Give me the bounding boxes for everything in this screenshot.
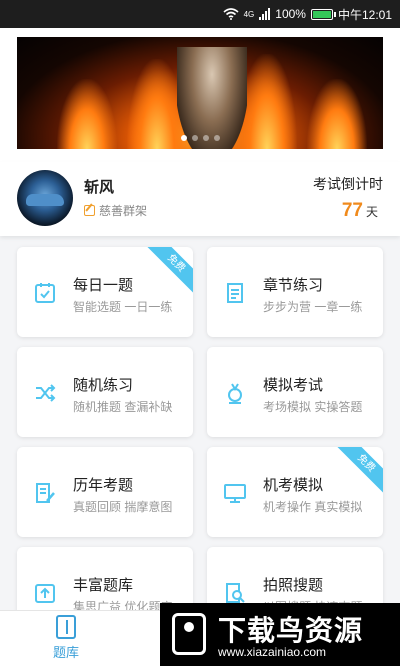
card-past-exams[interactable]: 历年考题 真题回顾 揣摩意图 — [17, 447, 193, 537]
card-title: 随机练习 — [73, 377, 134, 394]
banner-dot[interactable] — [213, 135, 220, 141]
network-type: 4G — [243, 9, 255, 19]
card-subtitle: 真题回顾 揣摩意图 — [73, 500, 173, 514]
countdown-value: 77 — [341, 200, 363, 221]
card-subtitle: 智能选题 一日一练 — [73, 300, 173, 314]
card-chapter-practice[interactable]: 章节练习 步步为营 一章一练 — [207, 247, 383, 337]
banner-dot[interactable] — [202, 135, 209, 141]
clock: 中午12:01 — [337, 7, 392, 22]
card-subtitle: 机考操作 真实模拟 — [263, 500, 363, 514]
book-icon — [56, 615, 76, 639]
banner-section — [0, 28, 400, 162]
wifi-icon — [223, 8, 239, 20]
card-title: 机考模拟 — [263, 477, 324, 494]
document-list-icon — [227, 283, 243, 303]
watermark-logo-icon — [172, 613, 206, 655]
card-subtitle: 步步为营 一章一练 — [263, 300, 363, 314]
profile-section: 斩风 慈善群架 考试倒计时 77 天 — [0, 162, 400, 236]
signal-icon — [259, 8, 271, 20]
user-name: 斩风 — [84, 179, 115, 196]
countdown-unit: 天 — [365, 205, 378, 219]
countdown-label: 考试倒计时 — [313, 176, 383, 192]
edit-icon — [84, 205, 95, 216]
banner-image[interactable] — [17, 37, 383, 149]
card-title: 模拟考试 — [263, 377, 324, 394]
countdown: 77 天 — [342, 200, 378, 222]
edit-document-icon — [36, 483, 55, 503]
banner-warrior-figure — [177, 47, 247, 149]
avatar[interactable] — [17, 170, 73, 226]
watermark: 下载鸟资源 www.xiazainiao.com — [160, 603, 400, 666]
banner-dot[interactable] — [180, 135, 187, 141]
search-document-icon — [226, 583, 245, 603]
card-title: 每日一题 — [73, 277, 134, 294]
monitor-icon — [224, 484, 246, 503]
calendar-check-icon — [35, 283, 55, 303]
card-subtitle: 考场模拟 实操答题 — [263, 400, 363, 414]
card-title: 章节练习 — [263, 277, 324, 294]
card-title: 历年考题 — [73, 477, 134, 494]
battery-percent: 100% — [275, 7, 306, 21]
tab-label: 题库 — [52, 645, 79, 660]
battery-icon — [310, 8, 336, 20]
banner-dot[interactable] — [191, 135, 198, 141]
tab-question-bank[interactable]: 题库 — [44, 615, 88, 661]
watermark-title: 下载鸟资源 — [218, 615, 364, 646]
upload-box-icon — [35, 584, 55, 603]
card-subtitle: 随机推题 查漏补缺 — [73, 400, 173, 414]
user-subtitle-text: 慈善群架 — [99, 204, 148, 218]
card-title: 拍照搜题 — [263, 577, 324, 594]
free-badge: 免费 — [145, 247, 193, 295]
watermark-url: www.xiazainiao.com — [218, 645, 327, 659]
card-title: 丰富题库 — [73, 577, 134, 594]
status-bar: 4G 100% 中午12:01 — [0, 0, 400, 28]
card-mock-exam[interactable]: 模拟考试 考场模拟 实操答题 — [207, 347, 383, 437]
certificate-icon — [228, 383, 242, 404]
card-random-practice[interactable]: 随机练习 随机推题 查漏补缺 — [17, 347, 193, 437]
card-daily-question[interactable]: 每日一题 智能选题 一日一练 免费 — [17, 247, 193, 337]
user-subtitle[interactable]: 慈善群架 — [84, 202, 147, 219]
banner-indicator — [17, 135, 383, 141]
free-badge: 免费 — [335, 447, 383, 495]
shuffle-icon — [36, 384, 56, 402]
card-computer-exam-mock[interactable]: 机考模拟 机考操作 真实模拟 免费 — [207, 447, 383, 537]
